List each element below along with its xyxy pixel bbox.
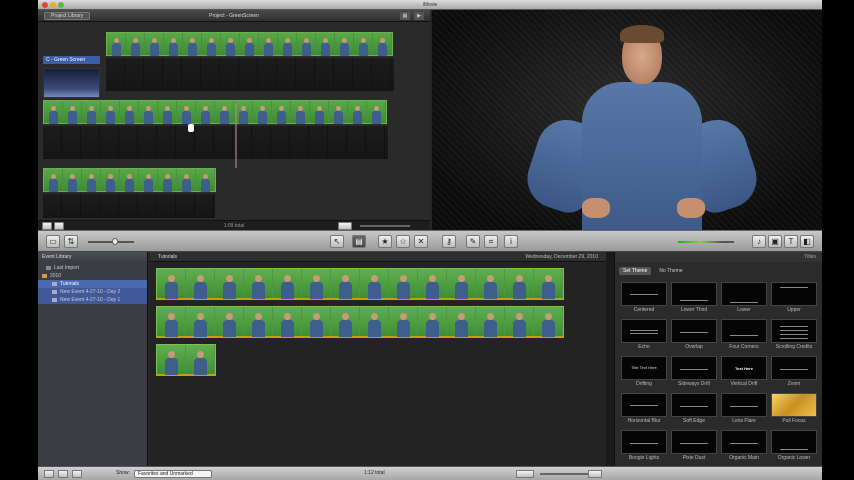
- project-footer: 1:09 total: [38, 220, 430, 230]
- title-item-lower[interactable]: Lower: [721, 282, 767, 313]
- play-project-icon[interactable]: ▶: [414, 12, 424, 20]
- event-clip-strip-2[interactable]: [156, 306, 564, 338]
- title-item-lens-flare[interactable]: Lens Flare: [721, 393, 767, 424]
- event-library-header: Event Library: [38, 252, 147, 262]
- title-item-pull-focus[interactable]: Pull Focus: [771, 393, 817, 424]
- event-name: Tutorials: [158, 254, 177, 260]
- event-item-2010[interactable]: 2010: [38, 272, 147, 280]
- audio-level-meter: [678, 241, 734, 243]
- reject-icon[interactable]: ✕: [414, 235, 428, 248]
- scroll-gutter[interactable]: [606, 252, 614, 466]
- title-item-organic-lower[interactable]: Organic Lower: [771, 430, 817, 461]
- camera-import-button[interactable]: ▭: [46, 235, 60, 248]
- main-toolbar: ▭ ⇅ ↖ ▤ ★ ☆ ✕ ⚷ ✎ ⌗ i ♪ ▣ T ◧: [38, 230, 822, 252]
- project-empty-track: [43, 194, 215, 218]
- event-date: Wednesday, December 29, 2010: [525, 254, 598, 260]
- select-tool-button[interactable]: ↖: [330, 235, 344, 248]
- video-viewer[interactable]: [432, 10, 822, 230]
- title-item-scrolling-credits[interactable]: Scrolling Credits: [771, 319, 817, 350]
- title-item-overlap[interactable]: Overlap: [671, 319, 717, 350]
- play-event-button[interactable]: [58, 470, 68, 478]
- clip-size-slider[interactable]: [88, 241, 134, 243]
- title-item-upper[interactable]: Upper: [771, 282, 817, 313]
- event-browser: Tutorials Wednesday, December 29, 2010: [150, 252, 606, 466]
- transitions-icon[interactable]: ◧: [800, 235, 814, 248]
- title-item-vertical-drift[interactable]: Text Here Vertical Drift: [721, 356, 767, 387]
- background-clip-thumbnail[interactable]: [43, 68, 100, 98]
- imovie-window: iMovie Project Library Project - GreenSc…: [38, 0, 822, 480]
- music-icon[interactable]: ♪: [752, 235, 766, 248]
- titles-browser: Titles Set Theme No Theme Centered Lower…: [614, 252, 822, 466]
- keyword-icon[interactable]: ⚷: [442, 235, 456, 248]
- window-title: iMovie: [422, 2, 438, 8]
- event-item-last-import[interactable]: Last Import: [38, 264, 147, 272]
- folder-icon: [42, 273, 47, 278]
- photos-icon[interactable]: ▣: [768, 235, 782, 248]
- title-item-pixie-dust[interactable]: Pixie Dust: [671, 430, 717, 461]
- event-clip-strip-3[interactable]: [156, 344, 216, 376]
- event-browser-header: Tutorials Wednesday, December 29, 2010: [150, 252, 606, 262]
- project-empty-track: [43, 126, 388, 159]
- titles-header: Titles: [615, 252, 822, 262]
- title-item-horizontal-blur[interactable]: Horizontal Blur: [621, 393, 667, 424]
- project-zoom-button[interactable]: [338, 222, 352, 230]
- clip-size-knob[interactable]: [112, 238, 118, 245]
- title-item-centered[interactable]: Centered: [621, 282, 667, 313]
- favorite-icon[interactable]: ★: [378, 235, 392, 248]
- event-item-day-2[interactable]: New Event 4-27-10 - Day 2: [38, 288, 147, 296]
- event-duration: 1:12 total: [364, 470, 385, 476]
- voiceover-icon[interactable]: ✎: [466, 235, 480, 248]
- tab-set-theme[interactable]: Set Theme: [619, 267, 652, 275]
- project-pane: Project Library Project - GreenScreen ▦ …: [38, 10, 430, 230]
- crop-icon[interactable]: ⌗: [484, 235, 498, 248]
- search-icon[interactable]: [72, 470, 82, 478]
- project-zoom-slider[interactable]: [360, 225, 410, 227]
- grid-icon[interactable]: ▦: [400, 12, 410, 20]
- tab-no-theme[interactable]: No Theme: [655, 267, 686, 275]
- title-bar: iMovie: [38, 0, 822, 10]
- add-event-button[interactable]: [44, 470, 54, 478]
- unmark-icon[interactable]: ☆: [396, 235, 410, 248]
- event-clip-strip-1[interactable]: [156, 268, 564, 300]
- project-clip-strip-3[interactable]: [43, 168, 216, 192]
- background-clip-label: C - Green Screen: [43, 56, 100, 64]
- star-event-icon: [52, 281, 57, 286]
- show-filter-select[interactable]: Favorites and Unmarked: [134, 470, 212, 478]
- presenter-hand: [677, 198, 705, 218]
- bottom-bar: Show: Favorites and Unmarked 1:12 total: [38, 466, 822, 480]
- project-empty-track: [106, 58, 394, 91]
- title-item-organic-main[interactable]: Organic Main: [721, 430, 767, 461]
- event-item-day-1[interactable]: New Event 4-27-10 - Day 1: [38, 296, 147, 304]
- project-clip-strip-1[interactable]: [106, 32, 393, 56]
- mouse-cursor-icon: [188, 124, 194, 132]
- film-icon: [46, 265, 51, 270]
- info-icon[interactable]: i: [504, 235, 518, 248]
- titles-grid: Centered Lower Third Lower Upper Echo Ov…: [621, 282, 817, 461]
- star-event-icon: [52, 297, 57, 302]
- event-zoom-max-button[interactable]: [588, 470, 602, 478]
- title-item-four-corners[interactable]: Four Corners: [721, 319, 767, 350]
- star-event-icon: [52, 289, 57, 294]
- title-item-sideways-drift[interactable]: Sideways Drift: [671, 356, 717, 387]
- presenter-hand: [582, 198, 610, 218]
- title-item-drifting[interactable]: Title Text Here Drifting: [621, 356, 667, 387]
- presenter-hair: [620, 25, 664, 43]
- title-item-echo[interactable]: Echo: [621, 319, 667, 350]
- show-label: Show:: [116, 470, 130, 476]
- project-title: Project - GreenScreen: [209, 13, 259, 19]
- project-clip-strip-2[interactable]: [43, 100, 387, 124]
- titles-icon[interactable]: T: [784, 235, 798, 248]
- title-item-boogie-lights[interactable]: Boogie Lights: [621, 430, 667, 461]
- event-library: Event Library Last Import 2010 Tutorials…: [38, 252, 148, 466]
- playhead[interactable]: [235, 104, 237, 168]
- event-item-tutorials[interactable]: Tutorials: [38, 280, 147, 288]
- swap-events-projects-button[interactable]: ⇅: [64, 235, 78, 248]
- title-item-lower-third[interactable]: Lower Third: [671, 282, 717, 313]
- title-item-zoom[interactable]: Zoom: [771, 356, 817, 387]
- title-item-soft-edge[interactable]: Soft Edge: [671, 393, 717, 424]
- add-to-project-button[interactable]: ▤: [352, 235, 366, 248]
- project-header: Project Library Project - GreenScreen ▦ …: [38, 10, 430, 22]
- event-zoom-button[interactable]: [516, 470, 534, 478]
